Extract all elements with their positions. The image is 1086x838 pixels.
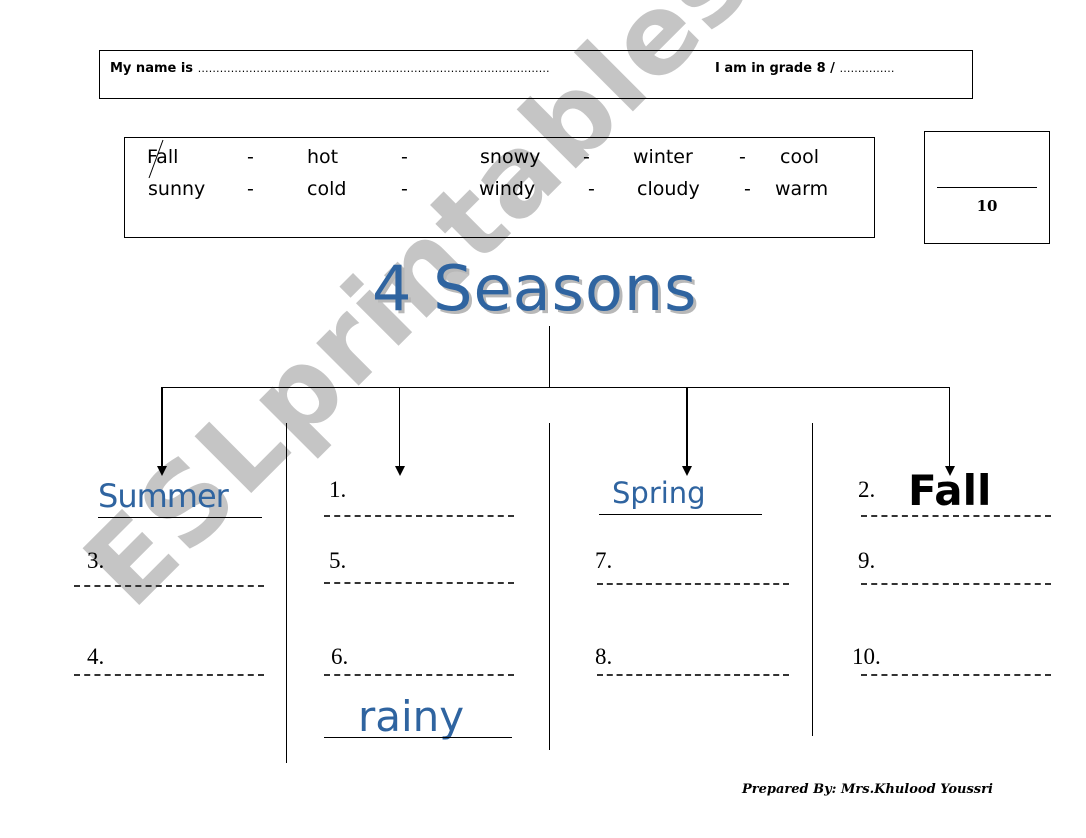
answer-blank[interactable] (74, 585, 264, 587)
item-number: 1. (329, 477, 347, 502)
page-title: 4 Seasons (372, 252, 698, 325)
example-answer: rainy (358, 692, 465, 741)
word-bank-word: snowy (480, 146, 541, 168)
grade-blank[interactable]: …………… (839, 62, 894, 75)
season-heading-summer: Summer (98, 477, 229, 515)
item-number: 10. (852, 644, 881, 669)
column-divider (286, 423, 287, 763)
answer-blank[interactable] (324, 674, 514, 676)
item-number: 9. (858, 548, 876, 573)
item-number: 7. (595, 548, 613, 573)
heading-underline (98, 517, 262, 518)
column-divider (812, 423, 813, 736)
answer-blank[interactable] (861, 583, 1051, 585)
word-separator: - (744, 178, 751, 200)
arrow-down-icon (682, 466, 692, 476)
answer-blank[interactable] (861, 674, 1051, 676)
word-separator: - (583, 146, 590, 168)
grade-label: I am in grade 8 / (715, 61, 835, 76)
branch-spring-line (686, 387, 688, 467)
word-bank-word: cold (307, 178, 347, 200)
item-number: 2. (858, 477, 876, 502)
item-number: 8. (595, 644, 613, 669)
tree-branch-line (161, 387, 950, 388)
word-separator: - (739, 146, 746, 168)
item-number: 3. (87, 548, 105, 573)
answer-blank[interactable] (597, 583, 789, 585)
column-divider (549, 423, 550, 750)
name-field[interactable]: My name is ……………………………………………………………………………… (110, 61, 550, 76)
author-credit: Prepared By: Mrs.Khulood Youssri (742, 782, 993, 797)
item-number: 6. (331, 644, 349, 669)
item-number: 4. (87, 644, 105, 669)
word-bank-word: cool (780, 146, 819, 168)
item-number: 5. (329, 548, 347, 573)
tree-trunk-line (549, 326, 550, 387)
word-separator: - (401, 178, 408, 200)
name-grade-box: My name is ……………………………………………………………………………… (99, 50, 973, 99)
score-total: 10 (976, 197, 998, 215)
branch-fall-line (949, 387, 950, 467)
grade-field[interactable]: I am in grade 8 / …………… (715, 61, 894, 76)
score-fraction-line[interactable] (937, 187, 1037, 188)
word-bank-word: winter (633, 146, 693, 168)
strike-mark (147, 138, 164, 179)
answer-blank[interactable] (597, 674, 789, 676)
heading-underline (599, 514, 762, 515)
arrow-down-icon (157, 466, 167, 476)
answer-blank[interactable] (324, 515, 514, 517)
word-bank-word: sunny (148, 178, 206, 200)
word-bank: Fall - hot - snowy - winter - cool sunny… (124, 137, 875, 238)
word-bank-word: hot (307, 146, 339, 168)
answer-blank[interactable] (74, 674, 264, 676)
answer-blank[interactable] (324, 582, 514, 584)
name-label: My name is (110, 61, 194, 76)
answer-blank[interactable] (861, 515, 1051, 517)
word-separator: - (401, 146, 408, 168)
score-box: 10 (924, 131, 1050, 244)
filled-answer-fall: Fall (908, 466, 992, 515)
branch-column2-line (399, 387, 400, 467)
word-separator: - (247, 146, 254, 168)
branch-summer-line (161, 387, 163, 467)
example-underline (324, 737, 512, 738)
season-heading-spring: Spring (612, 476, 706, 510)
word-bank-word: warm (775, 178, 829, 200)
name-blank[interactable]: …………………………………………………………………………………… (198, 62, 550, 75)
arrow-down-icon (395, 466, 405, 476)
word-separator: - (247, 178, 254, 200)
word-separator: - (588, 178, 595, 200)
word-bank-word: cloudy (637, 178, 700, 200)
word-bank-word: windy (479, 178, 536, 200)
